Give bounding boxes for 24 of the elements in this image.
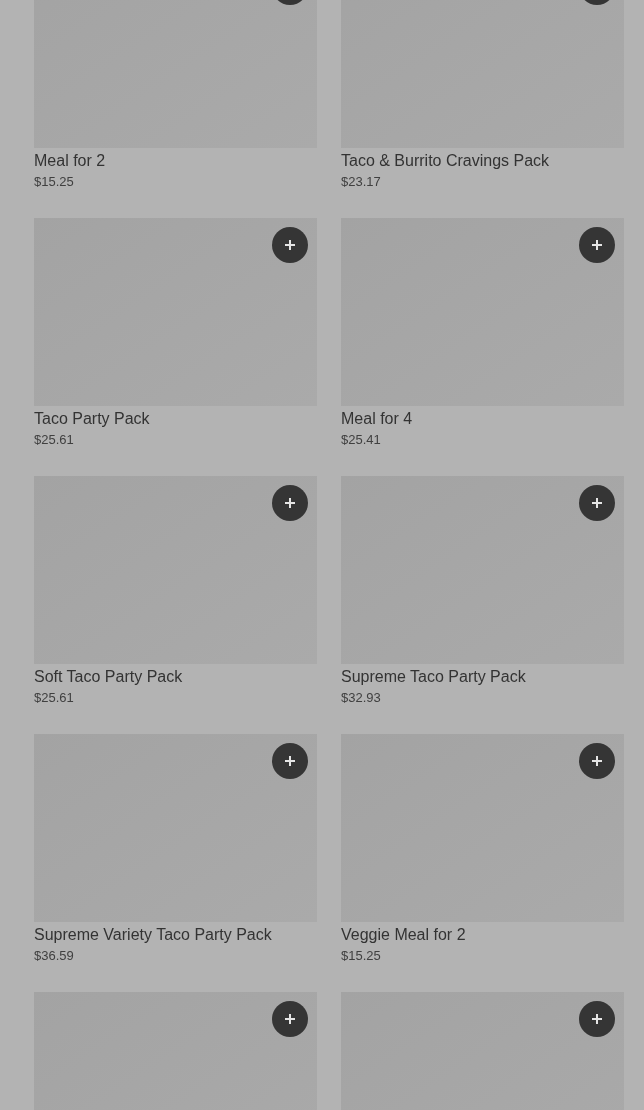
plus-icon xyxy=(591,1013,603,1025)
product-name[interactable]: Taco & Burrito Cravings Pack xyxy=(341,151,624,171)
plus-icon xyxy=(591,497,603,509)
product-price: $32.93 xyxy=(341,690,382,706)
product-name[interactable]: Soft Taco Party Pack xyxy=(34,667,317,687)
plus-icon xyxy=(591,755,603,767)
plus-icon xyxy=(284,1013,296,1025)
product-price: $36.59 xyxy=(34,948,75,964)
product-name[interactable]: Meal for 2 xyxy=(34,151,317,171)
product-name[interactable]: Veggie Meal for 2 xyxy=(341,925,624,945)
product-price: $25.61 xyxy=(34,690,75,706)
plus-icon xyxy=(284,497,296,509)
product-price: $23.17 xyxy=(341,174,382,190)
product-name[interactable]: Supreme Variety Taco Party Pack xyxy=(34,925,317,945)
plus-icon xyxy=(591,239,603,251)
product-name[interactable]: Meal for 4 xyxy=(341,409,624,429)
product-price: $25.61 xyxy=(34,432,75,448)
product-price: $15.25 xyxy=(34,174,75,190)
product-name[interactable]: Taco Party Pack xyxy=(34,409,317,429)
product-price: $15.25 xyxy=(341,948,382,964)
plus-icon xyxy=(284,755,296,767)
product-name[interactable]: Supreme Taco Party Pack xyxy=(341,667,624,687)
plus-icon xyxy=(284,239,296,251)
product-price: $25.41 xyxy=(341,432,382,448)
